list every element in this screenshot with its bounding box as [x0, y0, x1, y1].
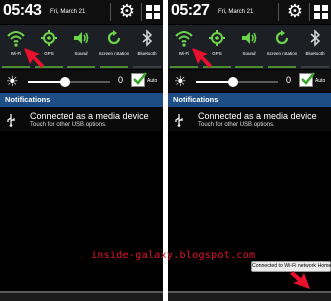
gps-icon [209, 30, 225, 46]
toast-text: Connected to Wi-Fi network Home. [252, 263, 331, 269]
pointer-arrow-icon [24, 48, 44, 68]
notification-usb[interactable]: Connected as a media device Touch for ot… [0, 107, 163, 131]
toggle-indicator [100, 66, 128, 68]
status-bar: 05:27 Fri, March 21 ⚙ [168, 0, 331, 24]
date: Fri, March 21 [218, 9, 254, 15]
panel-drag-handle[interactable] [0, 293, 163, 301]
date: Fri, March 21 [50, 9, 86, 15]
quick-settings-grid-icon[interactable] [146, 5, 160, 19]
wifi-icon [7, 31, 25, 47]
brightness-level: 0 [118, 75, 124, 85]
settings-gear-icon[interactable]: ⚙ [285, 1, 305, 21]
auto-brightness-label: Auto [147, 78, 158, 84]
bluetooth-icon [142, 29, 153, 47]
brightness-slider-knob[interactable] [59, 77, 70, 87]
usb-icon [7, 114, 15, 127]
toggle-indicator [133, 66, 161, 68]
notification-title: Connected as a media device [30, 111, 149, 121]
notifications-header-label: Notifications [5, 95, 51, 104]
divider [278, 3, 279, 21]
brightness-slider[interactable] [196, 77, 278, 87]
brightness-row: ☀ 0 Auto [0, 70, 163, 92]
status-bar: 05:43 Fri, March 21 ⚙ [0, 0, 163, 24]
toggle-sound[interactable]: Sound [65, 25, 97, 69]
clock: 05:27 [171, 2, 210, 19]
sound-icon [74, 32, 89, 44]
wifi-icon [175, 31, 193, 47]
toggle-indicator [67, 66, 95, 68]
checkmark-icon [301, 72, 315, 85]
brightness-icon: ☀ [174, 73, 187, 89]
auto-brightness-checkbox[interactable] [299, 72, 315, 87]
divider [141, 3, 142, 21]
pointer-arrow-icon [290, 271, 310, 289]
divider [309, 3, 310, 21]
auto-brightness-checkbox[interactable] [131, 72, 147, 87]
brightness-row: ☀ 0 Auto [168, 70, 331, 92]
toggle-label: Screen rotation [98, 51, 130, 56]
bluetooth-icon [310, 29, 321, 47]
quick-settings-grid-icon[interactable] [314, 5, 328, 19]
notification-usb[interactable]: Connected as a media device Touch for ot… [168, 107, 331, 131]
auto-brightness-label: Auto [315, 78, 326, 84]
toggle-bluetooth[interactable]: Bluetooth [299, 25, 331, 69]
usb-icon [175, 114, 183, 127]
screen-rotation-icon [107, 30, 121, 45]
screen-rotation-icon [275, 30, 289, 45]
toggle-label: Bluetooth [305, 51, 325, 56]
toggle-bluetooth[interactable]: Bluetooth [131, 25, 163, 69]
notification-subtitle: Touch for other USB options. [30, 122, 107, 128]
gps-icon [41, 30, 57, 46]
toggle-label: Sound [74, 51, 88, 56]
toggle-label: Sound [242, 51, 256, 56]
toggle-indicator [301, 66, 329, 68]
watermark: inside-galaxy.blogspot.com [91, 250, 256, 261]
panel-drag-handle[interactable] [168, 293, 331, 301]
brightness-icon: ☀ [6, 73, 19, 89]
toggle-sound[interactable]: Sound [233, 25, 265, 69]
checkmark-icon [133, 72, 147, 85]
notification-title: Connected as a media device [198, 111, 317, 121]
toggle-label: Screen rotation [266, 51, 298, 56]
notifications-header: Notifications [0, 93, 163, 107]
notifications-header-label: Notifications [173, 95, 219, 104]
brightness-slider[interactable] [28, 77, 110, 87]
toggle-screen-rotation[interactable]: Screen rotation [98, 25, 130, 69]
settings-gear-icon[interactable]: ⚙ [117, 1, 137, 21]
clock: 05:43 [3, 2, 42, 19]
divider [110, 3, 111, 21]
toggle-indicator [235, 66, 263, 68]
pointer-arrow-icon [192, 48, 212, 68]
brightness-level: 0 [286, 75, 292, 85]
notifications-header: Notifications [168, 93, 331, 107]
toggle-label: Bluetooth [137, 51, 157, 56]
notification-subtitle: Touch for other USB options. [198, 122, 275, 128]
toggle-screen-rotation[interactable]: Screen rotation [266, 25, 298, 69]
sound-icon [242, 32, 257, 44]
toggle-indicator [268, 66, 296, 68]
brightness-slider-knob[interactable] [227, 77, 238, 87]
